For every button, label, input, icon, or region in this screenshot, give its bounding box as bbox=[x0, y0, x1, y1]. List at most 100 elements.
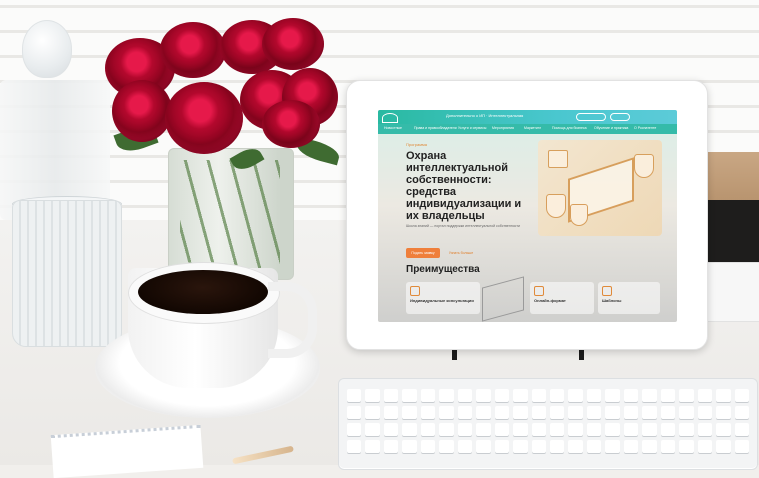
apply-button[interactable]: Подать заявку bbox=[406, 248, 440, 258]
card-title: Онлайн-формат bbox=[534, 298, 566, 303]
template-icon bbox=[602, 286, 612, 296]
drinking-glass bbox=[12, 200, 122, 347]
site-header: Дополнительно о ИП · Интеллектуальная bbox=[378, 110, 677, 124]
key bbox=[568, 389, 583, 402]
shield-icon bbox=[634, 154, 654, 178]
key bbox=[605, 389, 620, 402]
key bbox=[347, 440, 362, 453]
photo-scene: Дополнительно о ИП · Интеллектуальная Но… bbox=[0, 0, 759, 478]
nav-item[interactable]: Новостные bbox=[384, 126, 402, 130]
ip-illustration bbox=[538, 140, 662, 236]
key bbox=[420, 389, 436, 402]
key bbox=[402, 440, 417, 453]
key bbox=[420, 406, 436, 419]
key bbox=[347, 389, 362, 402]
key bbox=[402, 423, 417, 436]
shield-icon bbox=[546, 194, 566, 218]
key bbox=[549, 440, 565, 453]
consult-icon bbox=[410, 286, 420, 296]
key bbox=[568, 423, 583, 436]
key bbox=[365, 423, 380, 436]
card-title: Индивидуальные консультации bbox=[410, 298, 474, 303]
key bbox=[734, 440, 749, 453]
section-title: Преимущества bbox=[406, 264, 480, 275]
key bbox=[605, 440, 620, 453]
nav-item[interactable]: О Роспатенте bbox=[634, 126, 656, 130]
nav-item[interactable]: Мероприятия bbox=[492, 126, 514, 130]
key bbox=[494, 423, 510, 436]
key bbox=[568, 406, 583, 419]
key bbox=[697, 389, 713, 402]
nav-item[interactable]: Обучение и практика bbox=[594, 126, 628, 130]
page-subtitle: Школа знаний — портал поддержки интеллек… bbox=[406, 224, 520, 228]
rose bbox=[262, 100, 320, 148]
key bbox=[365, 440, 380, 453]
key bbox=[605, 423, 620, 436]
key bbox=[457, 389, 473, 402]
key bbox=[383, 440, 399, 453]
key bbox=[439, 440, 454, 453]
key bbox=[439, 423, 454, 436]
key bbox=[513, 423, 528, 436]
key bbox=[457, 423, 473, 436]
key bbox=[531, 423, 546, 436]
nav-item[interactable]: Помощь для бизнеса bbox=[552, 126, 587, 130]
key bbox=[457, 440, 473, 453]
key bbox=[697, 406, 713, 419]
nav-item[interactable]: Права и правообладатели bbox=[414, 126, 457, 130]
nav-item[interactable]: Услуги и сервисы bbox=[458, 126, 486, 130]
nav-item[interactable]: Маркетинг bbox=[524, 126, 541, 130]
key bbox=[347, 406, 362, 419]
key bbox=[420, 423, 436, 436]
shield-icon bbox=[570, 204, 588, 226]
key bbox=[383, 406, 399, 419]
cup-handle bbox=[268, 282, 317, 358]
key bbox=[642, 406, 657, 419]
key bbox=[623, 406, 639, 419]
key bbox=[365, 389, 380, 402]
keyboard bbox=[338, 378, 758, 470]
key bbox=[476, 440, 491, 453]
key bbox=[586, 423, 602, 436]
key bbox=[531, 440, 546, 453]
advantage-card: Онлайн-формат bbox=[530, 282, 594, 314]
tablet-screen: Дополнительно о ИП · Интеллектуальная Но… bbox=[378, 110, 677, 322]
key bbox=[679, 423, 694, 436]
online-icon bbox=[534, 286, 544, 296]
key bbox=[660, 406, 676, 419]
key bbox=[716, 389, 731, 402]
key bbox=[513, 389, 528, 402]
key bbox=[494, 406, 510, 419]
header-link[interactable]: Дополнительно о ИП · Интеллектуальная bbox=[446, 113, 523, 118]
key bbox=[660, 423, 676, 436]
key bbox=[586, 389, 602, 402]
key bbox=[439, 406, 454, 419]
key bbox=[679, 389, 694, 402]
key bbox=[734, 423, 749, 436]
key bbox=[716, 440, 731, 453]
site-logo-icon bbox=[382, 113, 398, 123]
rose bbox=[262, 18, 324, 70]
key bbox=[642, 423, 657, 436]
key bbox=[383, 423, 399, 436]
key bbox=[531, 406, 546, 419]
key bbox=[457, 406, 473, 419]
page-title: Охрана интеллектуальной собственности: с… bbox=[406, 150, 522, 222]
key bbox=[734, 389, 749, 402]
key bbox=[494, 440, 510, 453]
advantage-card: Шаблоны bbox=[598, 282, 660, 314]
learn-more-button[interactable]: Узнать больше bbox=[444, 248, 478, 258]
card-title: Шаблоны bbox=[602, 298, 622, 303]
key bbox=[642, 389, 657, 402]
advantage-card: Индивидуальные консультации bbox=[406, 282, 480, 314]
key bbox=[623, 423, 639, 436]
key bbox=[734, 406, 749, 419]
key bbox=[513, 406, 528, 419]
key bbox=[383, 389, 399, 402]
key bbox=[402, 389, 417, 402]
header-toggle[interactable] bbox=[610, 113, 630, 121]
header-button[interactable] bbox=[576, 113, 606, 121]
rose bbox=[112, 80, 172, 142]
program-tag: Программа bbox=[406, 142, 427, 147]
key bbox=[365, 406, 380, 419]
